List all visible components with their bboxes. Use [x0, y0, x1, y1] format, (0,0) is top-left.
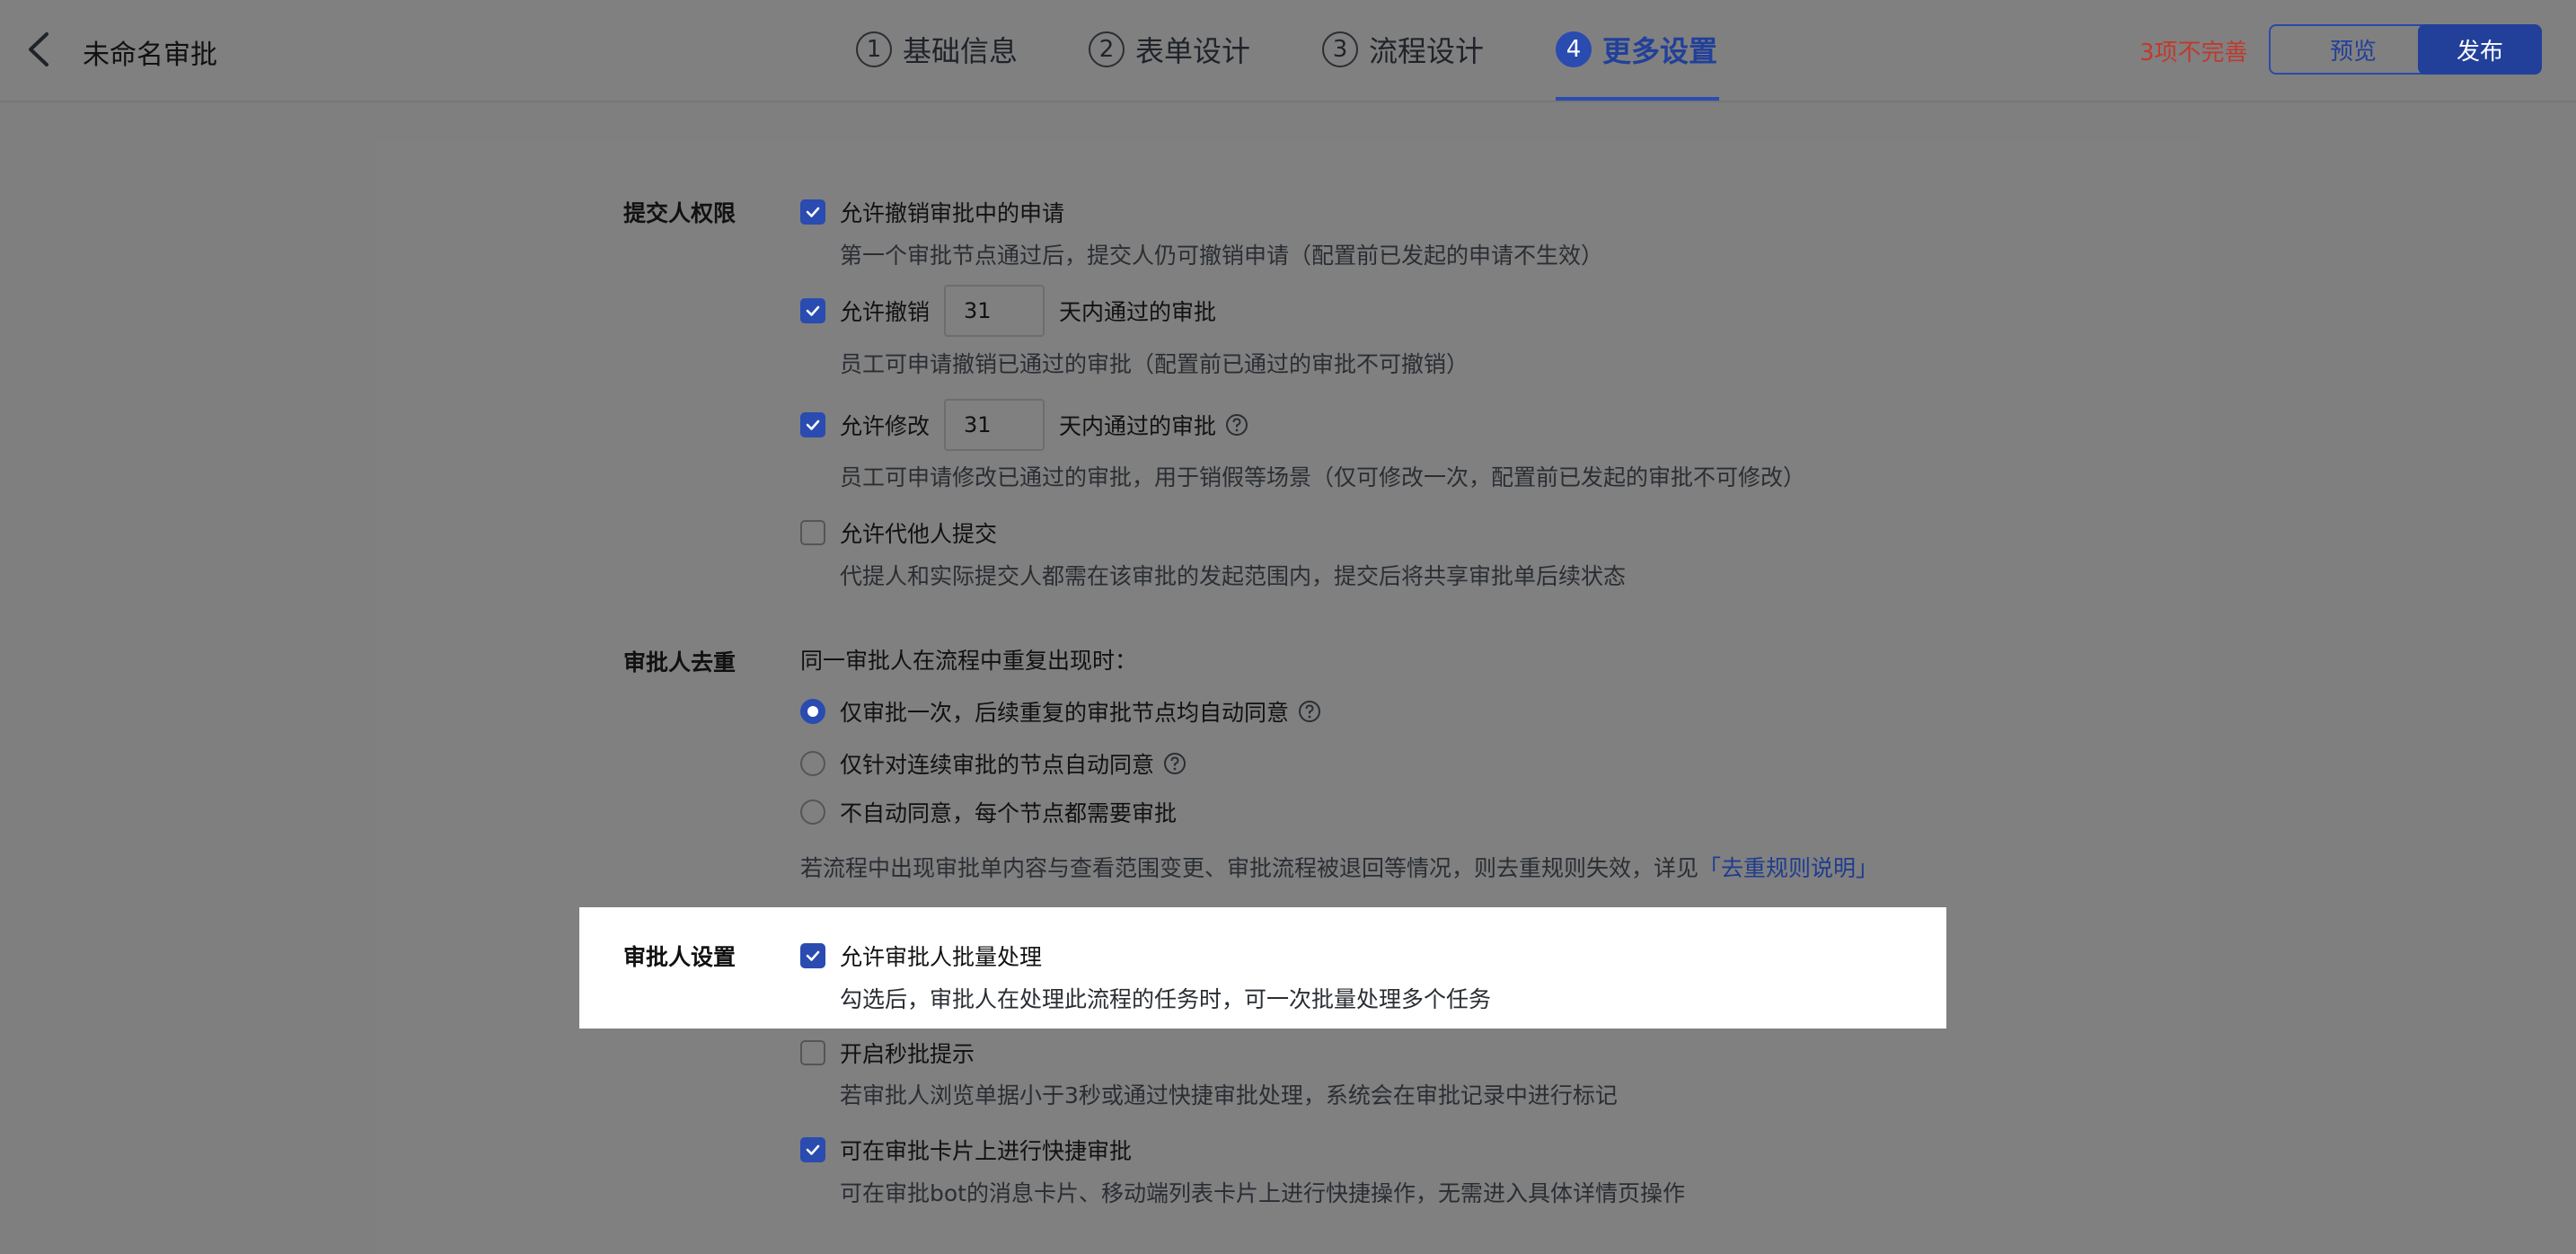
dedupe-rules-link[interactable]: 「去重规则说明」 [1698, 855, 1878, 881]
checkbox-unchecked-icon[interactable] [800, 520, 825, 545]
option-description: 员工可申请撤销已通过的审批（配置前已通过的审批不可撤销） [840, 351, 1469, 377]
dedupe-note-text: 若流程中出现审批单内容与查看范围变更、审批流程被退回等情况，则去重规则失效，详见 [800, 855, 1699, 881]
publish-button[interactable]: 发布 [2418, 24, 2542, 75]
page-title: 未命名审批 [83, 40, 217, 71]
option-description: 勾选后，审批人在处理此流程的任务时，可一次批量处理多个任务 [840, 986, 1492, 1012]
option-revoke-approved[interactable]: 允许撤销 天内通过的审批 [800, 285, 1216, 337]
modify-days-input[interactable] [944, 399, 1045, 451]
dedupe-note: 若流程中出现审批单内容与查看范围变更、审批流程被退回等情况，则去重规则失效，详见… [800, 851, 1878, 883]
option-label: 允许撤销 [840, 299, 931, 325]
option-description: 第一个审批节点通过后，提交人仍可撤销申请（配置前已发起的申请不生效） [840, 243, 1604, 269]
active-tab-indicator [1556, 97, 1719, 101]
help-icon[interactable] [1298, 700, 1321, 723]
checkbox-checked-icon[interactable] [800, 199, 825, 225]
checkbox-checked-icon[interactable] [800, 943, 825, 968]
option-label: 不自动同意，每个节点都需要审批 [840, 800, 1178, 826]
tab-flow-design[interactable]: 3 流程设计 [1322, 27, 1484, 72]
option-suffix: 天内通过的审批 [1059, 299, 1217, 325]
option-suffix: 天内通过的审批 [1059, 413, 1217, 439]
option-description: 可在审批bot的消息卡片、移动端列表卡片上进行快捷操作，无需进入具体详情页操作 [840, 1180, 1685, 1206]
step-number: 2 [1089, 31, 1125, 67]
option-description: 若审批人浏览单据小于3秒或通过快捷审批处理，系统会在审批记录中进行标记 [840, 1082, 1618, 1108]
option-label: 允许修改 [840, 413, 931, 439]
section-approver-settings: 审批人设置 [623, 944, 737, 970]
checkbox-checked-icon[interactable] [800, 412, 825, 437]
step-label: 流程设计 [1369, 34, 1485, 68]
option-quick-approve-hint[interactable]: 开启秒批提示 [800, 1037, 975, 1069]
checkbox-checked-icon[interactable] [800, 1137, 825, 1162]
step-number: 1 [856, 31, 892, 67]
preview-button[interactable]: 预览 [2269, 24, 2438, 75]
option-label: 允许撤销审批中的申请 [840, 200, 1065, 226]
option-label: 仅审批一次，后续重复的审批节点均自动同意 [840, 700, 1290, 726]
top-bar: 未命名审批 1 基础信息 2 表单设计 3 流程设计 4 更多设置 3项不完善 … [0, 0, 2576, 102]
option-submit-for-others[interactable]: 允许代他人提交 [800, 517, 997, 549]
help-icon[interactable] [1225, 413, 1248, 437]
tab-more-settings[interactable]: 4 更多设置 [1556, 27, 1717, 72]
radio-unselected-icon[interactable] [800, 799, 825, 825]
radio-unselected-icon[interactable] [800, 751, 825, 776]
option-label: 仅针对连续审批的节点自动同意 [840, 752, 1155, 778]
radio-no-auto-approve[interactable]: 不自动同意，每个节点都需要审批 [800, 796, 1177, 828]
step-label: 表单设计 [1135, 34, 1251, 68]
option-description: 员工可申请修改已通过的审批，用于销假等场景（仅可修改一次，配置前已发起的审批不可… [840, 464, 1806, 490]
option-card-quick-approve[interactable]: 可在审批卡片上进行快捷审批 [800, 1134, 1132, 1166]
option-label: 可在审批卡片上进行快捷审批 [840, 1138, 1133, 1164]
back-arrow-icon[interactable] [22, 27, 57, 72]
option-revoke-pending[interactable]: 允许撤销审批中的申请 [800, 196, 1064, 228]
option-label: 允许代他人提交 [840, 521, 998, 547]
option-label: 开启秒批提示 [840, 1041, 975, 1067]
section-approver-dedupe: 审批人去重 [623, 649, 737, 676]
option-modify-approved[interactable]: 允许修改 天内通过的审批 [800, 399, 1248, 451]
checkbox-checked-icon[interactable] [800, 298, 825, 323]
step-label: 基础信息 [903, 34, 1019, 68]
dedupe-prompt: 同一审批人在流程中重复出现时： [800, 648, 1138, 674]
tab-form-design[interactable]: 2 表单设计 [1089, 27, 1250, 72]
option-label: 允许审批人批量处理 [840, 944, 1043, 970]
radio-consecutive-only[interactable]: 仅针对连续审批的节点自动同意 [800, 747, 1187, 780]
help-icon[interactable] [1163, 752, 1187, 775]
checkbox-unchecked-icon[interactable] [800, 1040, 825, 1065]
tab-basic-info[interactable]: 1 基础信息 [856, 27, 1018, 72]
option-batch-processing[interactable]: 允许审批人批量处理 [800, 940, 1042, 972]
step-number: 3 [1322, 31, 1358, 67]
step-number: 4 [1556, 31, 1592, 67]
incomplete-warning[interactable]: 3项不完善 [2139, 34, 2248, 67]
option-description: 代提人和实际提交人都需在该审批的发起范围内，提交后将共享审批单后续状态 [840, 563, 1627, 589]
section-submitter-permissions: 提交人权限 [623, 200, 737, 226]
step-label: 更多设置 [1602, 34, 1718, 68]
radio-selected-icon[interactable] [800, 699, 825, 724]
revoke-days-input[interactable] [944, 285, 1045, 337]
radio-approve-once[interactable]: 仅审批一次，后续重复的审批节点均自动同意 [800, 695, 1321, 728]
